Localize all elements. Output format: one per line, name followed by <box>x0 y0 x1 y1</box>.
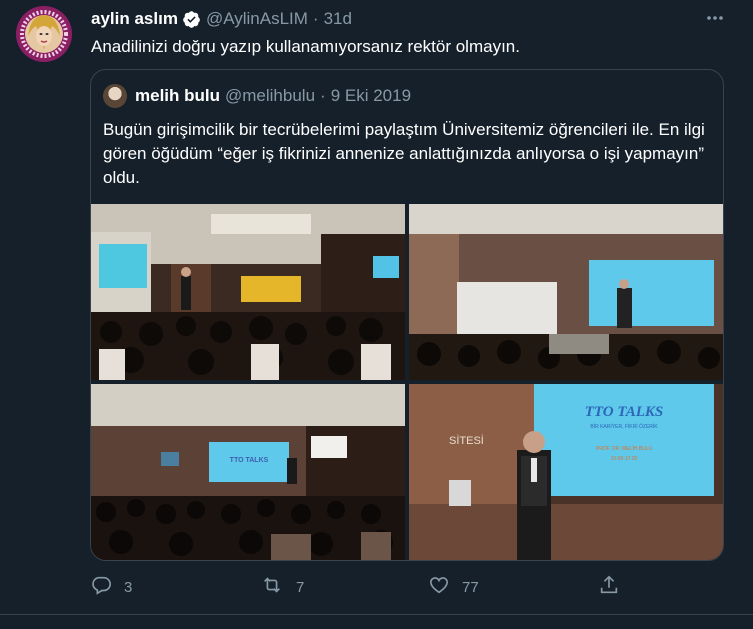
tweet-time[interactable]: 31d <box>324 9 352 29</box>
more-icon[interactable] <box>704 8 726 28</box>
retweet-icon <box>260 574 296 600</box>
reply-count: 3 <box>124 578 133 596</box>
photo-4[interactable]: SİTESİ TTO TALKS BİR KARİYER, FİKRİ ÖZER… <box>409 384 723 560</box>
tweet-text: Anadilinizi doğru yazıp kullanamıyorsanı… <box>91 37 520 56</box>
quoted-header: melih bulu @melihbulu · 9 Eki 2019 <box>103 84 411 108</box>
author-name[interactable]: aylin aslım <box>91 9 178 29</box>
quoted-text: Bugün girişimcilik bir tecrübelerimi pay… <box>103 120 705 187</box>
action-bar: 3 7 77 <box>90 574 730 598</box>
quoted-avatar <box>103 84 127 108</box>
tweet-header: aylin aslım @AylinAsLIM · 31d <box>91 8 352 30</box>
reply-button[interactable]: 3 <box>90 574 132 600</box>
photo-4-subtitle-2: PROF. DR. MELİH BULU <box>596 445 653 452</box>
share-icon <box>598 574 632 600</box>
quoted-tweet[interactable]: melih bulu @melihbulu · 9 Eki 2019 Bugün… <box>90 69 724 561</box>
photo-4-subtitle-3: 15:00-17:30 <box>611 456 638 462</box>
quoted-author-name: melih bulu <box>135 86 220 105</box>
quoted-author-handle: @melihbulu <box>225 86 316 105</box>
like-button[interactable]: 77 <box>428 574 479 600</box>
author-avatar[interactable] <box>16 6 72 62</box>
like-icon <box>428 574 462 600</box>
quoted-separator: · <box>320 86 326 105</box>
photo-3-screen-text: TTO TALKS <box>230 457 269 464</box>
tweet[interactable]: aylin aslım @AylinAsLIM · 31d Anadiliniz… <box>0 0 753 629</box>
photo-1[interactable] <box>91 204 405 380</box>
photo-4-subtitle-1: BİR KARİYER, FİKRİ ÖZERİK <box>590 423 658 430</box>
like-count: 77 <box>462 578 479 596</box>
reply-icon <box>90 574 124 600</box>
photo-3[interactable]: TTO TALKS <box>91 384 405 560</box>
retweet-count: 7 <box>296 578 305 596</box>
divider <box>0 614 753 615</box>
media-grid: TTO TALKS SİTESİ TTO TALKS BİR KARİYER, … <box>91 204 723 560</box>
retweet-button[interactable]: 7 <box>260 574 304 600</box>
quoted-time: 9 Eki 2019 <box>330 86 412 105</box>
photo-2[interactable] <box>409 204 723 380</box>
photo-4-wall-text: SİTESİ <box>449 434 484 447</box>
photo-4-title: TTO TALKS <box>585 404 664 420</box>
verified-badge-icon <box>182 10 201 29</box>
share-button[interactable] <box>598 574 632 600</box>
separator: · <box>312 9 319 28</box>
author-handle[interactable]: @AylinAsLIM <box>206 9 308 29</box>
